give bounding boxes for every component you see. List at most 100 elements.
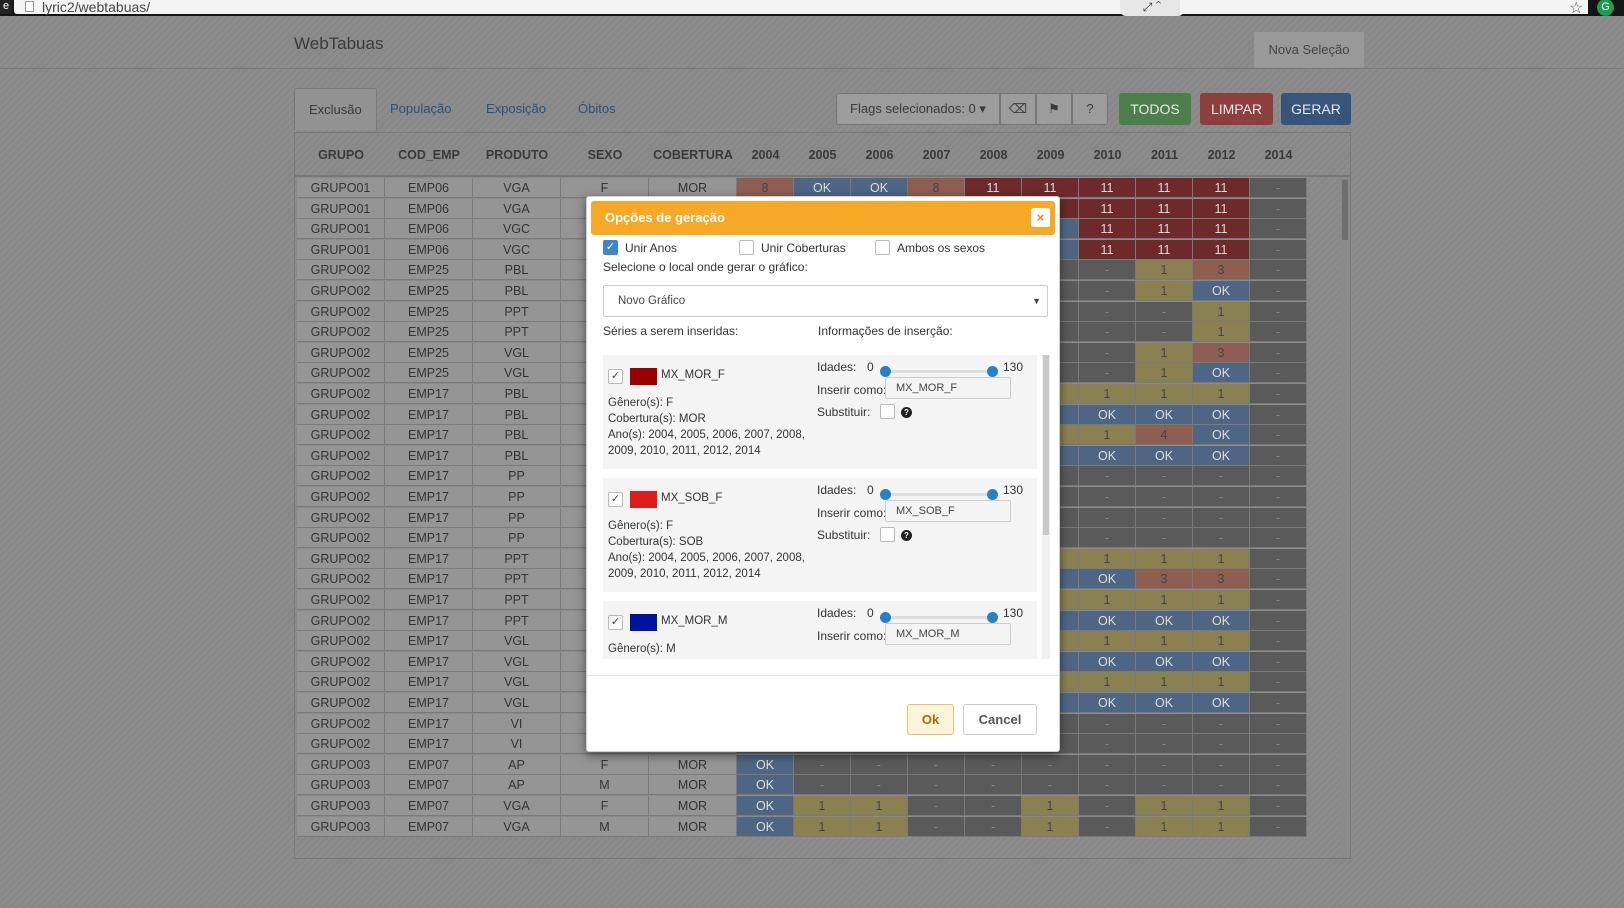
table-cell[interactable]: - (1250, 178, 1307, 198)
table-cell[interactable]: - (1079, 301, 1136, 322)
inserir-como-input[interactable]: MX_MOR_F (885, 377, 1011, 399)
table-cell[interactable]: 11 (1193, 239, 1250, 260)
column-header[interactable]: 2004 (737, 133, 794, 177)
flag-icon[interactable]: ⚑ (1036, 93, 1072, 125)
table-cell[interactable]: 1 (1079, 672, 1136, 693)
table-cell[interactable]: 1 (851, 796, 908, 816)
table-cell[interactable]: 11 (1079, 239, 1136, 260)
table-cell[interactable]: OK (1193, 425, 1250, 446)
table-cell[interactable]: 1 (1193, 590, 1250, 610)
table-cell[interactable]: 1 (1193, 301, 1250, 322)
ok-button[interactable]: Ok (907, 704, 954, 735)
table-cell[interactable]: - (1250, 281, 1307, 301)
table-cell[interactable]: 1 (851, 816, 908, 837)
table-cell[interactable]: - (1079, 322, 1136, 343)
table-cell[interactable]: - (1136, 528, 1193, 549)
table-cell[interactable]: 1 (1022, 816, 1079, 837)
table-cell[interactable]: - (1079, 528, 1136, 549)
table-cell[interactable]: - (1250, 672, 1307, 693)
table-cell[interactable]: - (1250, 590, 1307, 610)
table-cell[interactable]: - (1193, 466, 1250, 487)
table-cell[interactable]: - (1079, 796, 1136, 816)
table-cell[interactable]: OK (1136, 693, 1193, 713)
table-cell[interactable]: - (1193, 713, 1250, 734)
gerar-button[interactable]: GERAR (1281, 93, 1351, 125)
column-header[interactable]: GRUPO (297, 133, 385, 177)
idades-range-slider[interactable] (880, 366, 998, 377)
series-color-swatch[interactable] (630, 491, 657, 508)
table-cell[interactable]: - (1250, 384, 1307, 404)
table-cell[interactable]: - (1250, 466, 1307, 487)
table-cell[interactable]: - (1079, 281, 1136, 301)
extension-icon[interactable]: G (1597, 0, 1614, 16)
tab-exposicao[interactable]: Exposição (472, 88, 560, 130)
table-cell[interactable]: 11 (1079, 198, 1136, 219)
table-cell[interactable]: - (1136, 301, 1193, 322)
table-cell[interactable]: - (1250, 219, 1307, 240)
flags-selected-dropdown[interactable]: Flags selecionados: 0 ▾ (836, 93, 1000, 125)
table-cell[interactable]: 1 (1136, 384, 1193, 404)
table-cell[interactable]: OK (1079, 693, 1136, 713)
table-cell[interactable]: - (1250, 651, 1307, 672)
table-cell[interactable]: - (908, 775, 965, 796)
chart-location-select[interactable]: Novo Gráfico ▼ (603, 285, 1048, 317)
table-cell[interactable]: - (1193, 734, 1250, 755)
slider-min-handle[interactable] (880, 612, 891, 623)
table-cell[interactable]: 1 (1193, 796, 1250, 816)
column-header[interactable]: 2012 (1193, 133, 1250, 177)
idades-range-slider[interactable] (880, 489, 998, 500)
scrollbar-thumb[interactable] (1043, 355, 1049, 535)
table-cell[interactable]: 1 (1136, 281, 1193, 301)
table-cell[interactable]: 3 (1136, 569, 1193, 590)
table-cell[interactable]: - (908, 816, 965, 837)
table-cell[interactable]: 1 (1136, 260, 1193, 281)
table-cell[interactable]: OK (1193, 404, 1250, 425)
table-cell[interactable]: OK (1079, 610, 1136, 631)
table-cell[interactable]: OK (851, 178, 908, 198)
table-cell[interactable]: - (1250, 342, 1307, 363)
table-cell[interactable]: OK (1079, 651, 1136, 672)
table-cell[interactable]: - (1250, 363, 1307, 384)
table-cell[interactable]: - (1193, 528, 1250, 549)
unir-coberturas-checkbox[interactable] (739, 240, 754, 255)
table-cell[interactable]: - (1250, 404, 1307, 425)
table-cell[interactable]: - (794, 754, 851, 775)
table-cell[interactable]: - (1250, 445, 1307, 466)
table-cell[interactable]: 1 (1079, 590, 1136, 610)
column-header[interactable]: 2006 (851, 133, 908, 177)
brand-title[interactable]: WebTabuas (294, 34, 383, 54)
table-cell[interactable]: 1 (1193, 548, 1250, 569)
table-cell[interactable]: OK (737, 775, 794, 796)
slider-min-handle[interactable] (880, 489, 891, 500)
table-cell[interactable]: - (1079, 713, 1136, 734)
table-cell[interactable]: - (794, 775, 851, 796)
table-cell[interactable]: - (965, 754, 1022, 775)
table-cell[interactable]: 1 (1136, 363, 1193, 384)
table-cell[interactable]: - (1193, 754, 1250, 775)
table-cell[interactable]: 1 (1136, 342, 1193, 363)
table-cell[interactable]: 11 (1136, 198, 1193, 219)
table-cell[interactable]: OK (737, 796, 794, 816)
inserir-como-input[interactable]: MX_SOB_F (885, 500, 1011, 522)
table-cell[interactable]: OK (1136, 651, 1193, 672)
table-cell[interactable]: - (1193, 507, 1250, 528)
table-cell[interactable]: - (1136, 466, 1193, 487)
table-cell[interactable]: - (1136, 775, 1193, 796)
series-scrollbar[interactable] (1042, 355, 1050, 659)
table-cell[interactable]: 1 (1136, 796, 1193, 816)
table-cell[interactable]: OK (1136, 404, 1193, 425)
expand-collapse-icons[interactable]: ⤢ ⌃ (1120, 0, 1184, 16)
table-cell[interactable]: OK (1193, 651, 1250, 672)
table-cell[interactable]: - (1079, 466, 1136, 487)
table-cell[interactable]: - (1250, 796, 1307, 816)
table-cell[interactable]: - (1079, 507, 1136, 528)
table-cell[interactable]: 1 (1022, 796, 1079, 816)
table-cell[interactable]: - (1193, 487, 1250, 507)
table-cell[interactable]: - (1079, 775, 1136, 796)
table-cell[interactable]: - (1250, 775, 1307, 796)
table-cell[interactable]: 8 (908, 178, 965, 198)
table-cell[interactable]: - (1136, 507, 1193, 528)
substituir-checkbox[interactable] (880, 527, 895, 542)
table-cell[interactable]: 11 (1193, 178, 1250, 198)
series-checkbox[interactable]: ✓ (608, 369, 623, 384)
